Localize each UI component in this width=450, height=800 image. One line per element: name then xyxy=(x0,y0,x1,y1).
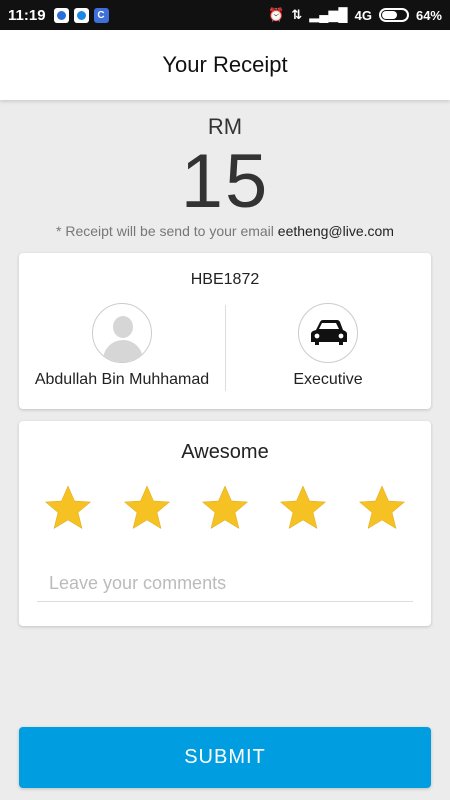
submit-button[interactable]: SUBMIT xyxy=(19,727,431,788)
star-rating[interactable] xyxy=(19,483,431,533)
star-icon[interactable] xyxy=(200,483,250,533)
car-avatar xyxy=(298,303,358,363)
rating-card: Awesome xyxy=(19,421,431,626)
car-type: Executive xyxy=(293,371,363,388)
status-time: 11:19 xyxy=(8,6,46,24)
car-icon xyxy=(311,320,347,345)
avatar-body xyxy=(103,340,143,362)
header: Your Receipt xyxy=(0,30,450,100)
comment-input[interactable] xyxy=(37,566,413,602)
rating-label: Awesome xyxy=(181,441,269,463)
signal-icon: ▂▄▆█ xyxy=(309,7,348,22)
receipt-note: * Receipt will be send to your email eet… xyxy=(0,223,450,239)
app-notification-icon xyxy=(53,7,69,23)
driver-card: HBE1872 Abdullah Bin Muhhamad Executive xyxy=(19,253,431,409)
star-icon[interactable] xyxy=(278,483,328,533)
status-bar: 11:19 C ⏰ ⇅ ▂▄▆█ 4G 64% xyxy=(0,0,450,30)
battery-icon xyxy=(378,8,409,22)
app-notification-icon: C xyxy=(93,7,109,23)
alarm-icon: ⏰ xyxy=(268,7,285,22)
network-type: 4G xyxy=(354,7,372,23)
plate-number: HBE1872 xyxy=(190,271,260,288)
avatar xyxy=(92,303,152,363)
page-title: Your Receipt xyxy=(162,52,288,77)
star-icon[interactable] xyxy=(43,483,93,533)
driver-name: Abdullah Bin Muhhamad xyxy=(34,371,210,388)
status-indicators: ⏰ ⇅ ▂▄▆█ 4G 64% xyxy=(268,7,442,23)
receipt-email: eetheng@live.com xyxy=(277,223,394,239)
driver-info: Abdullah Bin Muhhamad xyxy=(19,301,225,389)
app-notification-icon xyxy=(73,7,89,23)
battery-percent: 64% xyxy=(415,7,442,23)
avatar-placeholder-icon xyxy=(113,316,133,338)
star-icon[interactable] xyxy=(122,483,172,533)
currency-label: RM xyxy=(207,114,243,139)
star-icon[interactable] xyxy=(357,483,407,533)
car-info: Executive xyxy=(225,301,431,389)
data-transfer-icon: ⇅ xyxy=(291,7,303,22)
receipt-note-text: * Receipt will be send to your email xyxy=(56,223,278,239)
fare-amount: 15 xyxy=(180,139,270,224)
